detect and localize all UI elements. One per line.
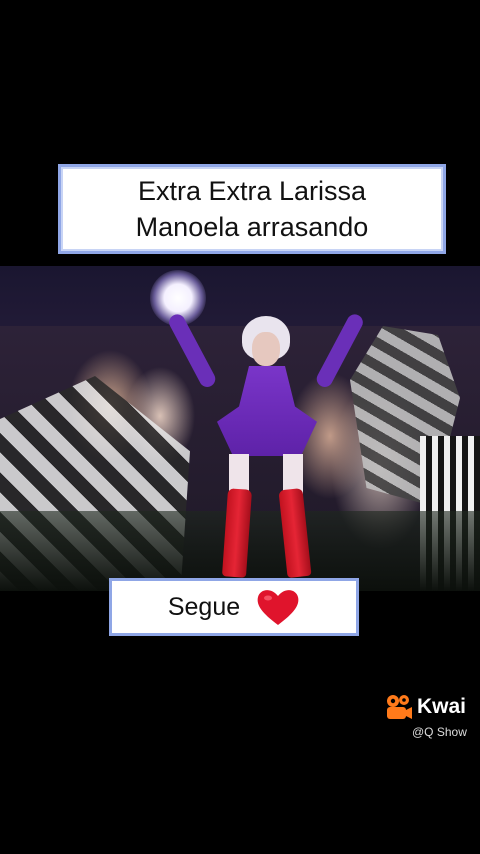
heart-icon bbox=[257, 590, 299, 625]
kwai-logo: Kwai bbox=[385, 694, 466, 720]
follow-button[interactable]: Segue bbox=[109, 578, 359, 636]
video-frame[interactable] bbox=[0, 266, 480, 591]
performer-boot-left bbox=[221, 488, 253, 578]
performer-boot-right bbox=[278, 487, 312, 579]
follow-label: Segue bbox=[167, 592, 241, 621]
performer bbox=[166, 296, 366, 591]
caption-box: Extra Extra Larissa Manoela arrasando bbox=[58, 164, 446, 254]
caption-line-2: Manoela arrasando bbox=[135, 212, 369, 242]
performer-dress bbox=[217, 366, 317, 456]
creator-handle: @Q Show bbox=[412, 725, 467, 739]
performer-face bbox=[252, 332, 280, 366]
caption-line-1: Extra Extra Larissa bbox=[137, 176, 367, 206]
kwai-camera-icon bbox=[387, 695, 412, 719]
kwai-brand: Kwai bbox=[417, 695, 467, 718]
